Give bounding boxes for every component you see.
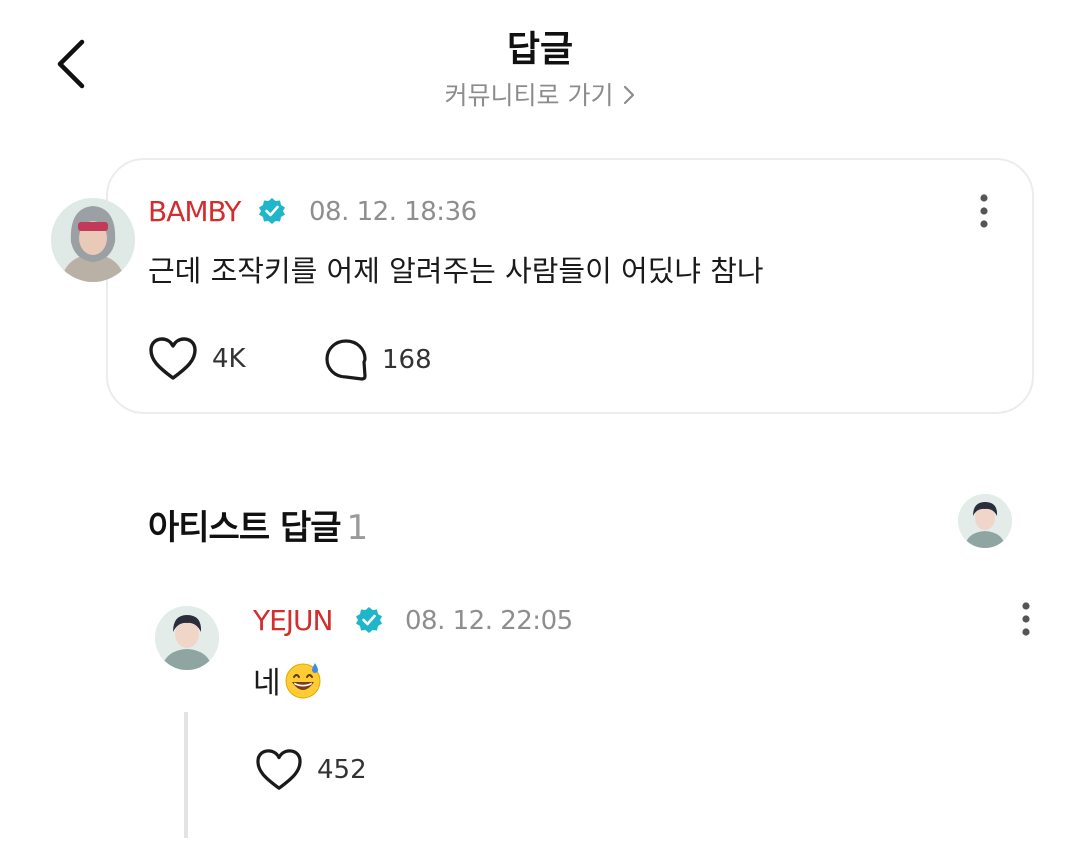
artist-replies-count: 1	[346, 508, 369, 548]
author-name[interactable]: YEJUN	[253, 604, 333, 637]
verified-badge-icon	[355, 606, 383, 638]
page-title: 답글	[506, 29, 574, 70]
post-like-button[interactable]: 4K	[148, 336, 246, 382]
grinning-sweat-emoji-icon	[285, 663, 321, 699]
reply-like-count: 452	[317, 755, 367, 785]
more-vertical-icon	[1022, 602, 1030, 636]
post-comment-button[interactable]: 168	[324, 338, 432, 382]
artist-replies-label: 아티스트 답글	[148, 508, 342, 548]
avatar[interactable]	[155, 606, 219, 670]
thread-line	[184, 712, 188, 838]
artist-replies-heading: 아티스트 답글 1	[148, 500, 369, 549]
more-vertical-icon	[980, 194, 988, 228]
heart-icon	[149, 337, 197, 380]
reply-text: 네	[253, 666, 281, 701]
reply-timestamp: 08. 12. 22:05	[405, 606, 573, 636]
verified-badge-icon	[258, 197, 286, 229]
reply-more-button[interactable]	[1016, 598, 1036, 642]
reply-like-button[interactable]: 452	[255, 748, 367, 792]
comment-bubble-icon	[325, 339, 367, 381]
post-comment-count: 168	[382, 345, 432, 375]
artist-avatar[interactable]	[958, 494, 1012, 548]
post-more-button[interactable]	[974, 190, 994, 234]
post-timestamp: 08. 12. 18:36	[309, 197, 477, 227]
community-link[interactable]: 커뮤니티로 가기	[0, 76, 1080, 112]
avatar[interactable]	[51, 198, 135, 282]
heart-icon	[256, 749, 302, 790]
reply-body: 네	[253, 658, 323, 702]
community-link-label: 커뮤니티로 가기	[444, 81, 614, 110]
author-name[interactable]: BAMBY	[148, 195, 241, 228]
chevron-right-icon	[623, 83, 635, 112]
post-like-count: 4K	[212, 344, 246, 374]
post-body: 근데 조작키를 어제 알려주는 사람들이 어딨냐 참나	[148, 254, 764, 288]
